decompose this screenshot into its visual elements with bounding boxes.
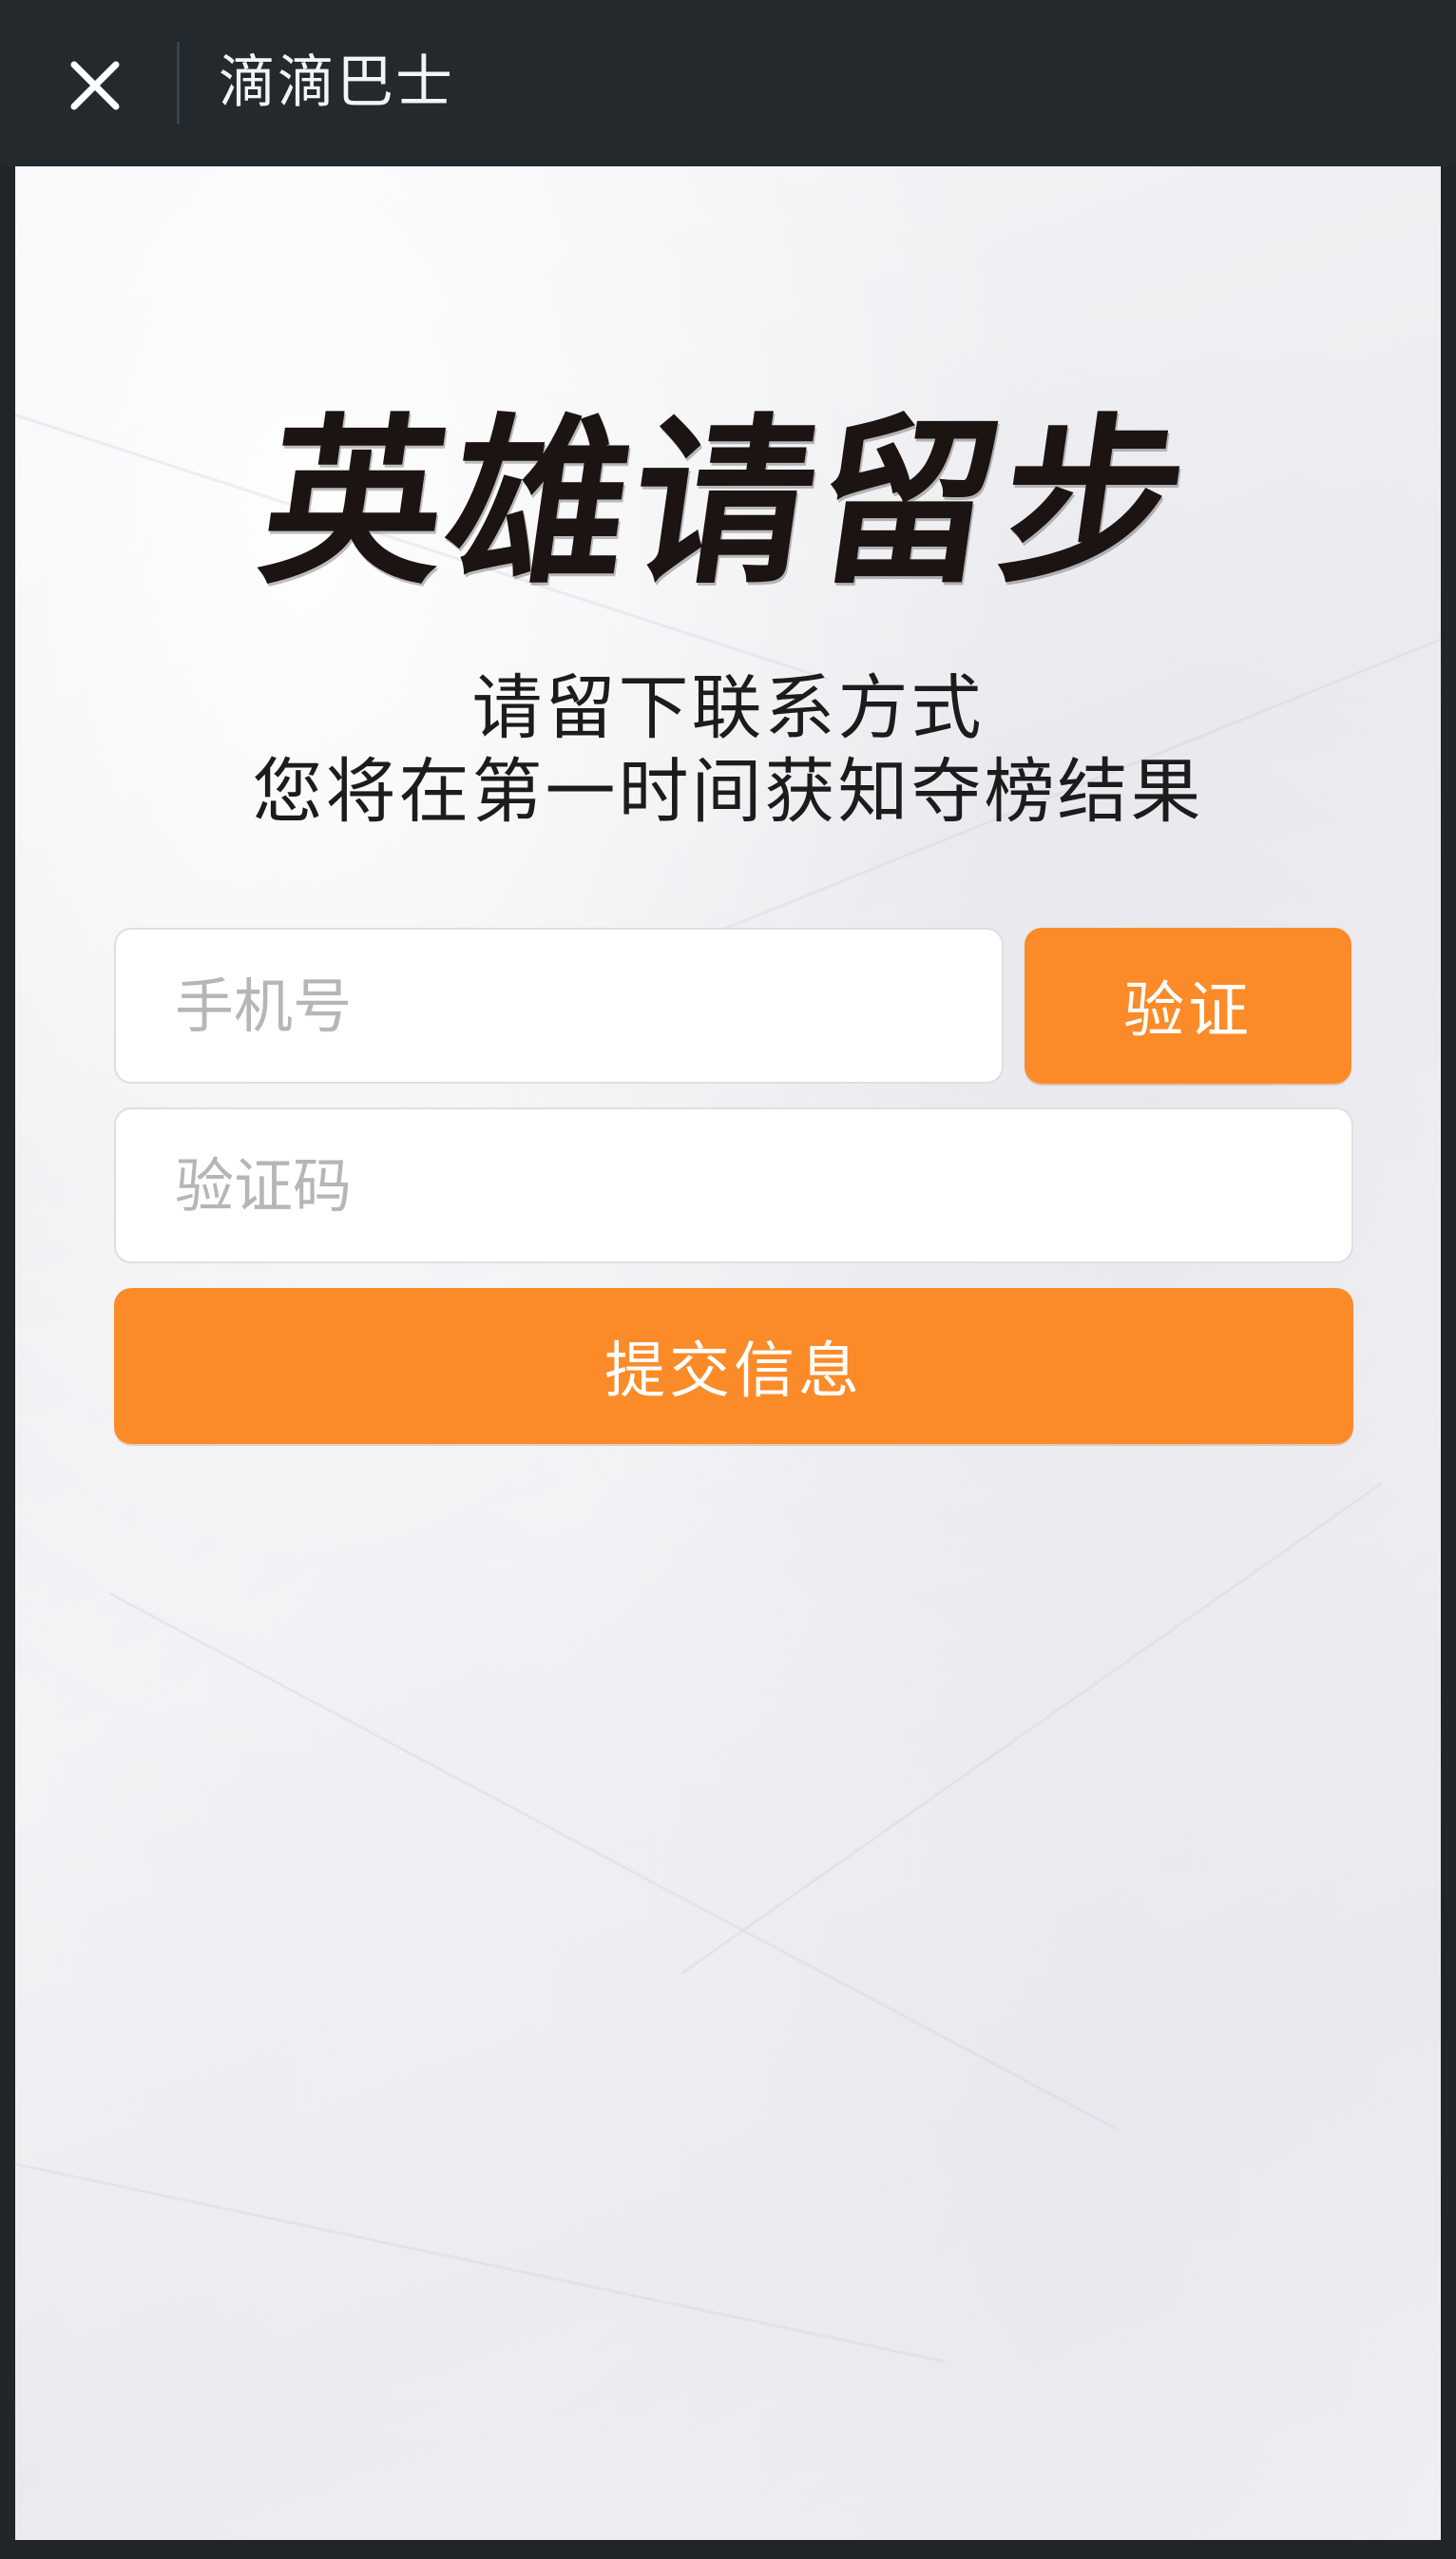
app-title: 滴滴巴士	[219, 49, 454, 116]
top-bar: 滴滴巴士	[0, 0, 1456, 166]
close-button[interactable]	[38, 29, 152, 143]
phone-input[interactable]	[116, 930, 1002, 1082]
close-icon	[70, 61, 120, 110]
phone-frame: 滴滴巴士 英雄请留步 请留下联系方式 您将在第一时间获知夺榜结果 验证 提交信息	[0, 0, 1456, 2559]
paper-crease	[680, 1481, 1383, 1975]
paper-crease	[15, 2163, 946, 2363]
phone-field[interactable]	[114, 928, 1004, 1084]
submit-button[interactable]: 提交信息	[114, 1288, 1353, 1444]
paper-crease	[108, 1592, 1118, 2131]
verification-code-input[interactable]	[116, 1109, 1351, 1261]
headline-calligraphy: 英雄请留步	[250, 396, 1202, 608]
header-divider	[177, 42, 180, 124]
subtitle-line-2: 您将在第一时间获知夺榜结果	[252, 751, 1204, 833]
verify-button[interactable]: 验证	[1025, 928, 1351, 1084]
paper-background: 英雄请留步 请留下联系方式 您将在第一时间获知夺榜结果 验证 提交信息	[15, 166, 1441, 2540]
code-field[interactable]	[114, 1107, 1353, 1263]
